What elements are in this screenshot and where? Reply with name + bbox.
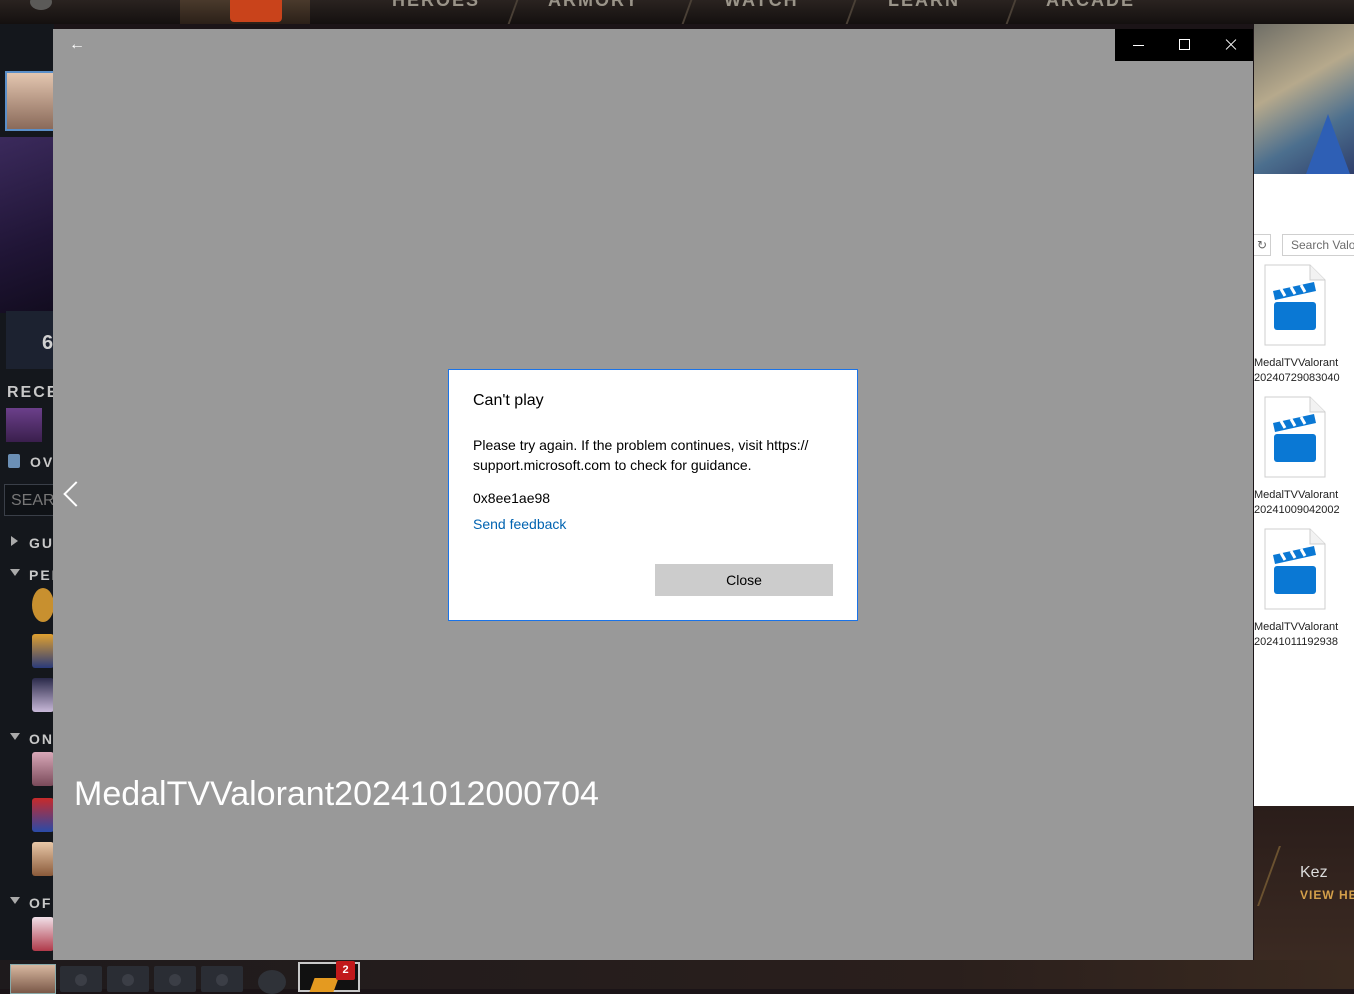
friend-avatar[interactable]: [32, 917, 54, 951]
game-top-nav: HEROES ARMORY WATCH LEARN ARCADE: [0, 0, 1354, 24]
file-name-line: MedalTVValorant: [1254, 489, 1339, 501]
game-mark-icon: [309, 978, 339, 992]
party-slot[interactable]: [154, 966, 196, 992]
nav-armory[interactable]: ARMORY: [548, 0, 639, 11]
profile-avatar[interactable]: [5, 71, 55, 131]
party-avatar[interactable]: [10, 964, 56, 994]
chevron-right-icon[interactable]: [11, 536, 18, 546]
file-name: MedalTVValorant 20241011192938: [1254, 620, 1354, 650]
featured-hero-panel: Kez VIEW HE: [1254, 806, 1354, 960]
nav-separator: [845, 0, 857, 24]
dialog-title: Can't play: [473, 392, 544, 409]
error-code: 0x8ee1ae98: [473, 490, 551, 506]
file-name: MedalTVValorant 20241009042002: [1254, 488, 1354, 518]
nav-heroes[interactable]: HEROES: [392, 0, 480, 11]
file-name-line: 20240729083040: [1254, 372, 1340, 384]
friend-avatar[interactable]: [32, 588, 54, 622]
file-name-line: 20241009042002: [1254, 504, 1340, 516]
explorer-search-input[interactable]: Search Valor: [1282, 234, 1354, 256]
nav-separator: [681, 0, 693, 24]
close-button[interactable]: Close: [655, 564, 833, 596]
friend-avatar[interactable]: [32, 634, 54, 668]
media-title: MedalTVValorant20241012000704: [74, 775, 599, 813]
headset-icon[interactable]: [258, 970, 286, 994]
decorative-frame: [1257, 846, 1301, 906]
file-explorer-window: ↻ Search Valor MedalTVValorant 202407290…: [1254, 174, 1354, 806]
view-hero-link[interactable]: VIEW HE: [1300, 888, 1354, 902]
party-slot[interactable]: [201, 966, 243, 992]
file-name: MedalTVValorant 20240729083040: [1254, 356, 1354, 386]
party-slot[interactable]: [60, 966, 102, 992]
video-file-icon: [1264, 396, 1326, 478]
section-guild[interactable]: GU: [29, 535, 54, 551]
party-bar: 2: [0, 960, 1354, 994]
overview-label[interactable]: OV: [30, 454, 54, 470]
error-dialog: Can't play Please try again. If the prob…: [448, 369, 858, 621]
refresh-icon[interactable]: ↻: [1254, 234, 1271, 256]
nav-arcade[interactable]: ARCADE: [1046, 0, 1135, 11]
chevron-down-icon[interactable]: [10, 897, 20, 904]
dialog-message: Please try again. If the problem continu…: [473, 437, 809, 473]
settings-gear-icon[interactable]: [30, 0, 52, 10]
game-left-rail: 6 RECE OV SEARC GU PEN ON OFF: [0, 24, 62, 964]
stat-value: 6: [42, 332, 54, 354]
file-name-line: 20241011192938: [1254, 636, 1339, 648]
shield-icon: [8, 454, 20, 468]
nav-learn[interactable]: LEARN: [888, 0, 960, 11]
party-slot[interactable]: [107, 966, 149, 992]
file-name-line: MedalTVValorant: [1254, 621, 1339, 633]
video-file-icon: [1264, 528, 1326, 610]
chevron-down-icon[interactable]: [10, 733, 20, 740]
recent-game-thumbnail[interactable]: [6, 408, 42, 442]
minimize-icon[interactable]: [1115, 29, 1161, 61]
friend-avatar[interactable]: [32, 842, 54, 876]
nav-separator: [1005, 0, 1017, 24]
close-window-icon[interactable]: [1207, 29, 1253, 61]
friend-avatar[interactable]: [32, 798, 54, 832]
hero-showcase-art: [0, 137, 54, 313]
friend-avatar[interactable]: [32, 678, 54, 712]
file-name-line: MedalTVValorant: [1254, 357, 1339, 369]
section-online[interactable]: ON: [29, 731, 54, 747]
friend-avatar[interactable]: [32, 752, 54, 786]
video-file-icon: [1264, 264, 1326, 346]
friends-search-input[interactable]: SEARC: [4, 484, 56, 516]
send-feedback-link[interactable]: Send feedback: [473, 516, 566, 532]
maximize-icon[interactable]: [1161, 29, 1207, 61]
recent-games-label: RECE: [7, 384, 60, 401]
back-arrow-icon[interactable]: ←: [65, 35, 89, 55]
crystal-shard-art: [1306, 114, 1350, 174]
window-controls: [1115, 29, 1253, 61]
chevron-down-icon[interactable]: [10, 569, 20, 576]
hero-banner-art: [1254, 24, 1354, 174]
featured-hero-name: Kez: [1300, 864, 1328, 881]
notification-badge: 2: [336, 961, 355, 980]
nav-separator: [507, 0, 519, 24]
nav-watch[interactable]: WATCH: [724, 0, 799, 11]
game-logo-icon[interactable]: [230, 0, 282, 22]
chevron-left-icon[interactable]: [61, 481, 81, 509]
